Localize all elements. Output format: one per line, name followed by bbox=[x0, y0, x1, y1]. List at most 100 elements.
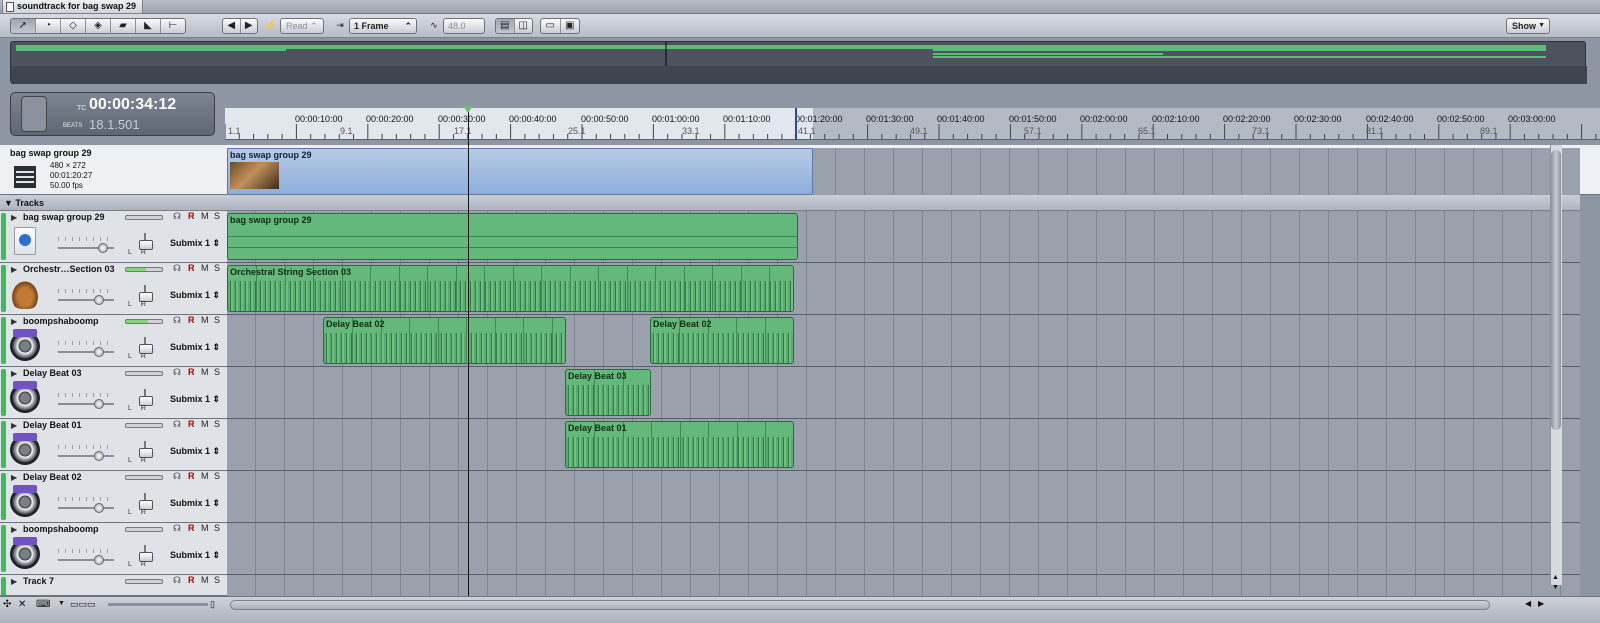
horizontal-scrollbar[interactable] bbox=[230, 600, 1490, 610]
mute-button[interactable]: M bbox=[201, 315, 209, 325]
track-lane[interactable] bbox=[227, 471, 1580, 523]
project-tab[interactable]: soundtrack for bag swap 29 bbox=[2, 0, 144, 14]
vertical-scroll-thumb[interactable] bbox=[1551, 150, 1561, 430]
snap-select[interactable]: 1 Frame ⌃ bbox=[349, 18, 417, 34]
wrench-icon[interactable]: ✕ bbox=[18, 599, 26, 610]
mute-button[interactable]: M bbox=[201, 419, 209, 429]
solo-button[interactable]: S bbox=[214, 211, 220, 221]
mute-button[interactable]: M bbox=[201, 211, 209, 221]
automation-mode-select[interactable]: Read ⌃ bbox=[280, 18, 324, 34]
record-arm-button[interactable]: R bbox=[188, 471, 195, 481]
audio-clip[interactable]: Delay Beat 02 bbox=[650, 317, 794, 364]
submix-select[interactable]: Submix 1 ⇕ bbox=[170, 394, 220, 405]
solo-button[interactable]: S bbox=[214, 471, 220, 481]
headphones-icon[interactable]: ☊ bbox=[173, 315, 181, 326]
volume-slider[interactable] bbox=[58, 237, 114, 253]
mute-button[interactable]: M bbox=[201, 575, 209, 585]
track-name[interactable]: Delay Beat 03 bbox=[23, 368, 82, 378]
submix-select[interactable]: Submix 1 ⇕ bbox=[170, 290, 220, 301]
keyboard-icon[interactable]: ⌨ bbox=[36, 599, 50, 610]
disclosure-right-icon[interactable]: ▶ bbox=[11, 317, 17, 326]
audio-clip[interactable]: Delay Beat 01 bbox=[565, 421, 794, 468]
solo-button[interactable]: S bbox=[214, 263, 220, 273]
solo-button[interactable]: S bbox=[214, 367, 220, 377]
tracks-section-header[interactable]: ▼ Tracks bbox=[0, 195, 1580, 211]
timestretch-tool-icon[interactable]: ⊢ bbox=[161, 19, 185, 33]
volume-slider[interactable] bbox=[58, 445, 114, 461]
audio-clip[interactable]: Orchestral String Section 03 bbox=[227, 265, 794, 312]
submix-select[interactable]: Submix 1 ⇕ bbox=[170, 550, 220, 561]
disclosure-right-icon[interactable]: ▶ bbox=[11, 577, 17, 586]
audio-clip[interactable]: Delay Beat 03 bbox=[565, 369, 651, 416]
mute-button[interactable]: M bbox=[201, 263, 209, 273]
track-name[interactable]: boompshaboomp bbox=[23, 316, 99, 326]
track-lane[interactable]: Delay Beat 03 bbox=[227, 367, 1580, 419]
playhead[interactable] bbox=[463, 106, 473, 598]
tempo-field[interactable]: 48.0 bbox=[443, 18, 485, 34]
submix-select[interactable]: Submix 1 ⇕ bbox=[170, 238, 220, 249]
scroll-up-icon[interactable]: ▲ bbox=[1552, 574, 1559, 581]
timeline-lanes[interactable]: bag swap group 29 Orchestral String Sect… bbox=[227, 211, 1580, 611]
disclosure-right-icon[interactable]: ▶ bbox=[11, 213, 17, 222]
disclosure-right-icon[interactable]: ▶ bbox=[11, 473, 17, 482]
scroll-down-icon[interactable]: ▼ bbox=[1552, 584, 1559, 591]
volume-slider[interactable] bbox=[58, 549, 114, 565]
solo-button[interactable]: S bbox=[214, 419, 220, 429]
audio-toggle-icon[interactable]: ▣ bbox=[561, 19, 580, 33]
track-lane[interactable]: Delay Beat 02 Delay Beat 02 bbox=[227, 315, 1580, 367]
global-timeline-overview[interactable] bbox=[10, 41, 1587, 84]
record-arm-button[interactable]: R bbox=[188, 263, 195, 273]
track-lane[interactable]: Orchestral String Section 03 bbox=[227, 263, 1580, 315]
scroll-left-icon[interactable]: ◀ bbox=[1525, 599, 1531, 608]
scroll-right-icon[interactable]: ▶ bbox=[1538, 599, 1544, 608]
track-height-icon[interactable]: ▭▭▭ bbox=[70, 599, 96, 610]
playhead-marker-icon[interactable] bbox=[463, 106, 473, 113]
show-button[interactable]: Show ▼ bbox=[1506, 18, 1550, 34]
video-clip[interactable]: bag swap group 29 bbox=[227, 148, 813, 195]
volume-knob[interactable] bbox=[98, 243, 108, 253]
solo-button[interactable]: S bbox=[214, 523, 220, 533]
headphones-icon[interactable]: ☊ bbox=[173, 263, 181, 274]
track-name[interactable]: Delay Beat 01 bbox=[23, 420, 82, 430]
record-arm-button[interactable]: R bbox=[188, 523, 195, 533]
headphones-icon[interactable]: ☊ bbox=[173, 211, 181, 222]
audio-clip[interactable]: bag swap group 29 bbox=[227, 213, 798, 260]
lift-tool-icon[interactable]: ▰ bbox=[111, 19, 136, 33]
disclosure-right-icon[interactable]: ▶ bbox=[11, 525, 17, 534]
zoom-icon[interactable]: ▯ bbox=[210, 599, 215, 610]
nudge-tool-icon[interactable]: ◈ bbox=[86, 19, 111, 33]
record-arm-button[interactable]: R bbox=[188, 211, 195, 221]
project-end-marker[interactable] bbox=[795, 108, 797, 140]
solo-button[interactable]: S bbox=[214, 315, 220, 325]
volume-knob[interactable] bbox=[94, 399, 104, 409]
timeline-view-icon[interactable]: ▤ bbox=[496, 19, 515, 33]
video-toggle-icon[interactable]: ▭ bbox=[541, 19, 561, 33]
submix-select[interactable]: Submix 1 ⇕ bbox=[170, 498, 220, 509]
volume-slider[interactable] bbox=[58, 341, 114, 357]
record-arm-button[interactable]: R bbox=[188, 367, 195, 377]
track-name[interactable]: Track 7 bbox=[23, 576, 54, 586]
track-name[interactable]: Orchestr…Section 03 bbox=[23, 264, 115, 274]
headphones-icon[interactable]: ☊ bbox=[173, 367, 181, 378]
blade-tool-icon[interactable]: ◇ bbox=[61, 19, 86, 33]
submix-select[interactable]: Submix 1 ⇕ bbox=[170, 446, 220, 457]
disclosure-right-icon[interactable]: ▶ bbox=[11, 265, 17, 274]
timecode-display[interactable]: TC 00:00:34:12 BEATS 18.1.501 bbox=[10, 92, 215, 136]
submix-select[interactable]: Submix 1 ⇕ bbox=[170, 342, 220, 353]
split-view-icon[interactable]: ◫ bbox=[515, 19, 533, 33]
volume-knob[interactable] bbox=[94, 451, 104, 461]
track-lane[interactable]: Delay Beat 01 bbox=[227, 419, 1580, 471]
volume-knob[interactable] bbox=[94, 503, 104, 513]
record-arm-button[interactable]: R bbox=[188, 575, 195, 585]
timeslice-tool-icon[interactable]: ◔ bbox=[36, 19, 61, 33]
volume-slider[interactable] bbox=[58, 497, 114, 513]
volume-knob[interactable] bbox=[94, 555, 104, 565]
solo-button[interactable]: S bbox=[214, 575, 220, 585]
record-arm-button[interactable]: R bbox=[188, 419, 195, 429]
add-icon[interactable]: ✣ bbox=[3, 599, 11, 610]
record-arm-button[interactable]: R bbox=[188, 315, 195, 325]
track-name[interactable]: bag swap group 29 bbox=[23, 212, 105, 222]
scrub-tool-icon[interactable]: ◣ bbox=[136, 19, 161, 33]
volume-slider[interactable] bbox=[58, 393, 114, 409]
volume-knob[interactable] bbox=[94, 347, 104, 357]
